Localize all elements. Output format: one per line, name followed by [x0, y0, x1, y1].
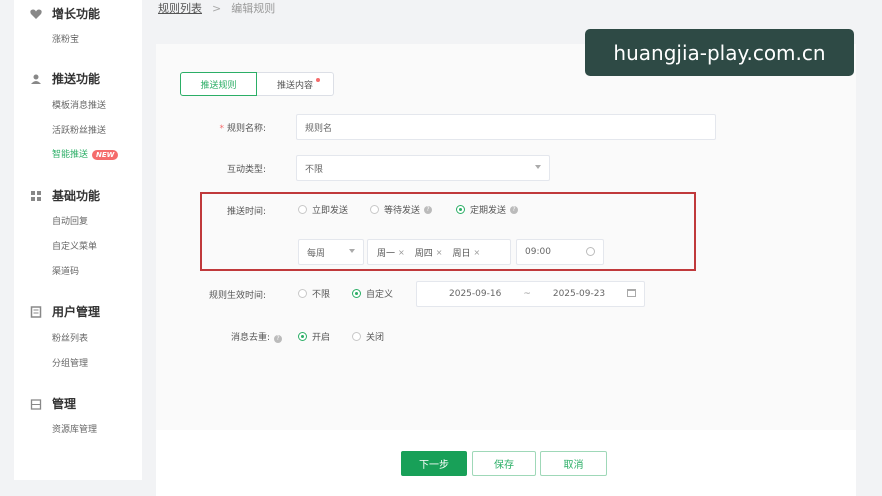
interaction-type-value: 不限 — [305, 164, 324, 175]
dedupe-label: 消息去重:? — [200, 330, 282, 343]
rule-name-label-text: 规则名称: — [226, 124, 266, 134]
close-icon[interactable]: × — [436, 248, 443, 257]
radio-label: 自定义 — [366, 290, 394, 300]
breadcrumb-separator: > — [212, 1, 222, 15]
next-step-button[interactable]: 下一步 — [401, 451, 467, 476]
radio-send-immediately[interactable]: 立即发送 — [298, 203, 348, 216]
sidebar-item-active-fan-push[interactable]: 活跃粉丝推送 — [52, 123, 106, 136]
sidebar-group-title: 基础功能 — [52, 189, 101, 203]
radio-circle — [456, 205, 465, 214]
sidebar-group-basic: 基础功能 — [30, 187, 100, 204]
radio-circle — [352, 332, 361, 341]
calendar-icon — [627, 289, 636, 297]
radio-wait-send[interactable]: 等待发送? — [370, 203, 433, 216]
sidebar-group-manage: 管理 — [30, 395, 76, 412]
document-icon — [30, 305, 42, 318]
radio-label: 等待发送 — [384, 206, 421, 216]
date-range-picker[interactable]: 2025-09-16 ~ 2025-09-23 — [416, 281, 645, 307]
help-icon[interactable]: ? — [274, 335, 282, 343]
radio-effective-custom[interactable]: 自定义 — [352, 287, 393, 300]
rule-name-input[interactable]: 规则名 — [296, 114, 716, 140]
unsaved-dot — [316, 78, 320, 82]
sidebar-group-title: 管理 — [52, 397, 77, 411]
required-mark: * — [219, 124, 224, 134]
sidebar-item-smart-push[interactable]: 智能推送 NEW — [52, 147, 119, 160]
sidebar-item-resource-library[interactable]: 资源库管理 — [52, 422, 97, 435]
close-icon[interactable]: × — [473, 248, 480, 257]
sidebar-item-template-push[interactable]: 模板消息推送 — [52, 98, 106, 111]
chevron-down-icon — [349, 249, 355, 253]
sidebar-item-custom-menu[interactable]: 自定义菜单 — [52, 239, 97, 252]
close-icon[interactable]: × — [398, 248, 405, 257]
sidebar-group-growth: 增长功能 — [30, 5, 100, 22]
cancel-button[interactable]: 取消 — [540, 451, 607, 476]
radio-circle — [370, 205, 379, 214]
dedupe-label-text: 消息去重: — [230, 333, 270, 343]
push-time-label: 推送时间: — [226, 207, 266, 217]
cabinet-icon — [30, 398, 42, 410]
sidebar-item-group-mgmt[interactable]: 分组管理 — [52, 356, 88, 369]
new-badge: NEW — [92, 150, 119, 160]
sidebar: 增长功能 涨粉宝 推送功能 模板消息推送 活跃粉丝推送 智能推送 NEW 基础功能… — [14, 0, 142, 480]
day-tag-label: 周日 — [452, 248, 471, 259]
time-picker[interactable]: 09:00 — [516, 239, 604, 265]
days-multiselect[interactable]: 周一 × 周四 × 周日 × — [367, 239, 511, 265]
radio-effective-unlimited[interactable]: 不限 — [298, 287, 330, 300]
radio-circle — [298, 205, 307, 214]
watermark: huangjia-play.com.cn — [585, 29, 854, 76]
radio-label: 关闭 — [366, 333, 385, 343]
sidebar-group-push: 推送功能 — [30, 70, 100, 87]
radio-label: 开启 — [312, 333, 331, 343]
effective-time-label: 规则生效时间: — [208, 291, 266, 301]
radio-label: 立即发送 — [312, 206, 349, 216]
sidebar-item-channel-code[interactable]: 渠道码 — [52, 264, 79, 277]
day-tag: 周日 × — [452, 246, 480, 259]
clock-icon — [586, 247, 595, 256]
radio-dedupe-on[interactable]: 开启 — [298, 330, 330, 343]
interaction-type-select[interactable]: 不限 — [296, 155, 550, 181]
frequency-select[interactable]: 每周 — [298, 239, 364, 265]
tab-push-rules[interactable]: 推送规则 — [180, 72, 257, 96]
time-value: 09:00 — [525, 247, 551, 257]
breadcrumb-rule-list-link[interactable]: 规则列表 — [158, 0, 202, 16]
chevron-down-icon — [535, 165, 541, 169]
date-range-separator: ~ — [523, 289, 531, 299]
sidebar-item-label: 智能推送 — [52, 150, 89, 160]
day-tag-label: 周四 — [414, 248, 433, 259]
radio-circle — [352, 289, 361, 298]
sidebar-group-title: 增长功能 — [52, 7, 101, 21]
interaction-type-label: 互动类型: — [226, 165, 266, 175]
frequency-value: 每周 — [307, 248, 326, 259]
breadcrumb-current: 编辑规则 — [231, 2, 276, 15]
radio-label: 定期发送 — [470, 206, 507, 216]
heart-icon — [30, 8, 42, 20]
grid-icon — [30, 190, 42, 202]
day-tag-label: 周一 — [377, 248, 396, 259]
sidebar-item-auto-reply[interactable]: 自动回复 — [52, 214, 88, 227]
help-icon[interactable]: ? — [510, 205, 519, 214]
users-icon — [30, 73, 42, 85]
radio-dedupe-off[interactable]: 关闭 — [352, 330, 384, 343]
radio-circle — [298, 332, 307, 341]
sidebar-item-fan-growth[interactable]: 涨粉宝 — [52, 32, 79, 45]
help-icon[interactable]: ? — [424, 205, 433, 214]
radio-label: 不限 — [312, 290, 331, 300]
tabs: 推送规则 推送内容 — [180, 72, 334, 96]
radio-scheduled-send[interactable]: 定期发送? — [456, 203, 519, 216]
rule-name-label: * 规则名称: — [200, 121, 266, 134]
radio-circle — [298, 289, 307, 298]
sidebar-group-title: 用户管理 — [52, 305, 101, 319]
day-tag: 周四 × — [415, 246, 443, 259]
date-start: 2025-09-16 — [449, 289, 502, 299]
sidebar-group-user-mgmt: 用户管理 — [30, 303, 100, 320]
sidebar-item-fan-list[interactable]: 粉丝列表 — [52, 331, 88, 344]
day-tag: 周一 × — [377, 246, 405, 259]
save-button[interactable]: 保存 — [472, 451, 536, 476]
sidebar-group-title: 推送功能 — [52, 72, 101, 86]
date-end: 2025-09-23 — [552, 289, 606, 299]
tab-push-content[interactable]: 推送内容 — [257, 72, 334, 96]
breadcrumb: 规则列表 > 编辑规则 — [158, 0, 275, 16]
tab-label: 推送内容 — [276, 80, 313, 91]
